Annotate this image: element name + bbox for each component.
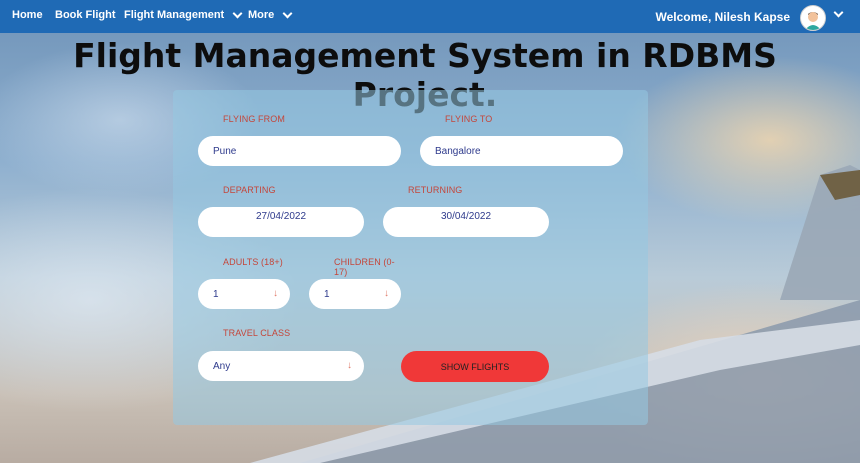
adults-value: 1 (213, 288, 219, 300)
arrow-down-icon: ↓ (347, 360, 352, 371)
flying-from-label: FLYING FROM (223, 114, 285, 124)
chevron-down-icon (232, 8, 243, 19)
nav-home-label: Home (12, 9, 43, 21)
travel-class-value: Any (213, 360, 231, 372)
arrow-down-icon: ↓ (273, 288, 278, 299)
nav-home[interactable]: Home (12, 9, 43, 21)
returning-date-input[interactable]: 30/04/2022 (383, 207, 549, 237)
flying-to-input[interactable]: Bangalore (420, 136, 623, 166)
travel-class-label: TRAVEL CLASS (223, 328, 291, 338)
top-navbar: Home Book Flight Flight Management More … (0, 0, 860, 33)
travel-class-select[interactable]: Any ↓ (198, 351, 364, 381)
adults-select[interactable]: 1 ↓ (198, 279, 290, 309)
nav-more-label: More (248, 9, 275, 21)
nav-book-flight[interactable]: Book Flight (55, 9, 116, 21)
show-flights-button[interactable]: SHOW FLIGHTS (401, 351, 549, 382)
children-label: CHILDREN (0-17) (334, 257, 395, 277)
children-value: 1 (324, 288, 330, 300)
adults-label: ADULTS (18+) (223, 257, 283, 267)
chevron-down-icon (282, 8, 293, 19)
welcome-text: Welcome, Nilesh Kapse (655, 10, 791, 24)
departing-label: DEPARTING (223, 185, 276, 195)
departing-date-input[interactable]: 27/04/2022 (198, 207, 364, 237)
nav-book-flight-label: Book Flight (55, 9, 116, 21)
nav-flight-management[interactable]: Flight Management (124, 8, 243, 21)
nav-flight-management-label: Flight Management (124, 9, 225, 21)
user-avatar-icon (801, 6, 825, 30)
chevron-down-icon[interactable] (833, 7, 844, 18)
children-select[interactable]: 1 ↓ (309, 279, 401, 309)
flying-to-label: FLYING TO (445, 114, 493, 124)
nav-more[interactable]: More (248, 8, 293, 21)
avatar[interactable] (800, 5, 826, 31)
flying-from-input[interactable]: Pune (198, 136, 401, 166)
arrow-down-icon: ↓ (384, 288, 389, 299)
returning-label: RETURNING (408, 185, 463, 195)
